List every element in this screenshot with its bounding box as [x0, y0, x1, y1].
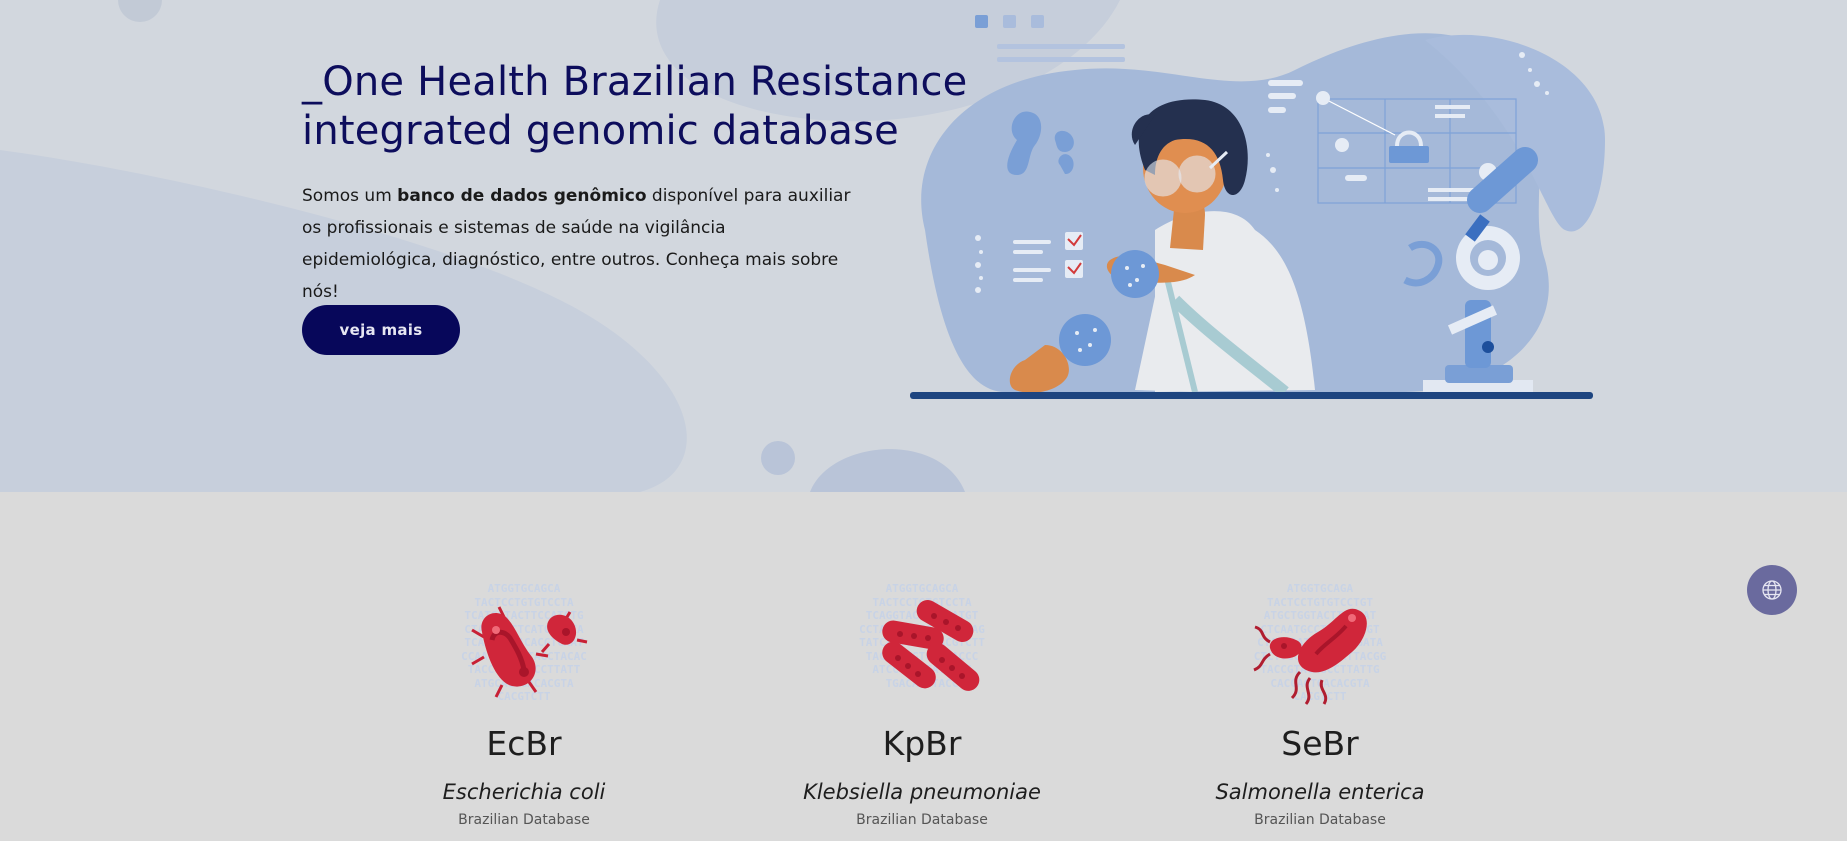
salmonella-bacteria-icon: ATGGTGCAGA TACTCCTGTGTCCTGT ATGCTGGTACTT… — [1240, 582, 1400, 708]
klebsiella-bacteria-icon: ATGGTGCAGCA TACTCCTGTGTCCTA TCAGGTACTTCC… — [842, 582, 1002, 708]
database-subtitle: Brazilian Database — [856, 812, 988, 828]
scientist-illustration — [910, 15, 1605, 399]
database-subtitle: Brazilian Database — [458, 812, 590, 828]
hero-title-line2: integrated genomic database — [302, 108, 899, 154]
hero-title-line1: _One Health Brazilian Resistance — [302, 59, 968, 105]
hero-title: _One Health Brazilian Resistance integra… — [302, 58, 982, 156]
e-coli-bacteria-icon: ATGGTGCAGCA TACTCCTGTGTCCTA TCATGGTACTTC… — [444, 582, 604, 708]
hero-section: _One Health Brazilian Resistance integra… — [0, 0, 1847, 492]
database-subtitle: Brazilian Database — [1254, 812, 1386, 828]
database-abbr: EcBr — [486, 724, 562, 763]
hero-desc-text: Somos um — [302, 186, 398, 206]
hero-description: Somos um banco de dados genômico disponí… — [302, 180, 862, 308]
hero-desc-bold: banco de dados genômico — [397, 186, 647, 206]
language-globe-button[interactable] — [1747, 565, 1797, 615]
database-species: Klebsiella pneumoniae — [803, 780, 1041, 804]
veja-mais-button[interactable]: veja mais — [302, 305, 460, 355]
globe-icon — [1762, 580, 1782, 600]
database-abbr: SeBr — [1281, 724, 1359, 763]
databases-section: ATGGTGCAGCA TACTCCTGTGTCCTA TCATGGTACTTC… — [0, 492, 1847, 841]
database-abbr: KpBr — [882, 724, 962, 763]
database-species: Escherichia coli — [442, 780, 606, 804]
hero-text-block: _One Health Brazilian Resistance integra… — [302, 58, 982, 308]
database-species: Salmonella enterica — [1215, 780, 1425, 804]
